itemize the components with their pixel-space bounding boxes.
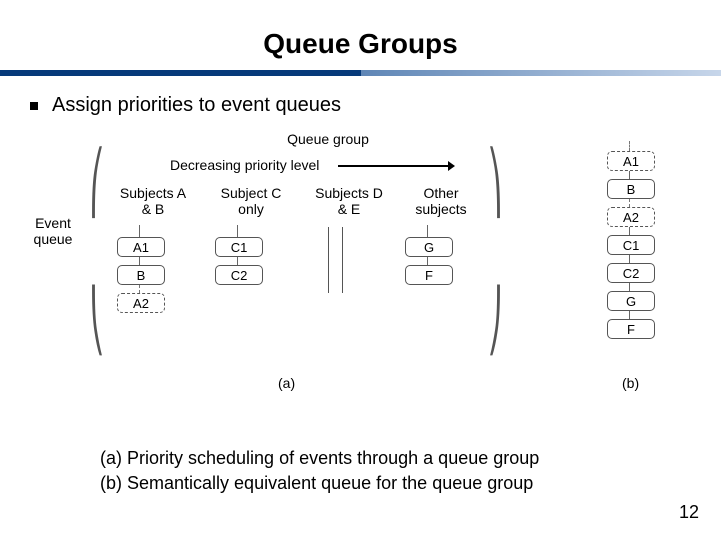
col-header: Subject C only (216, 185, 286, 217)
bullet-item: Assign priorities to event queues (0, 94, 721, 117)
queue-cell: B (117, 265, 165, 285)
queue-group-label: Queue group (268, 131, 388, 147)
priority-label: Decreasing priority level (170, 157, 319, 173)
sublabel-a: (a) (278, 375, 295, 391)
brace-right-icon: ⎞ (488, 153, 503, 213)
eq-cell: C1 (607, 235, 655, 255)
queue-cell: G (405, 237, 453, 257)
diagram: Queue group ⎛ ⎝ Decreasing priority leve… (28, 131, 693, 401)
captions: (a) Priority scheduling of events throug… (100, 446, 539, 495)
arrow-line (338, 165, 448, 167)
col-header: Subjects D & E (314, 185, 384, 217)
eq-cell: G (607, 291, 655, 311)
bullet-square-icon (30, 102, 38, 110)
event-queue-label: Event queue (28, 215, 78, 247)
queue-cell: A2 (117, 293, 165, 313)
eq-cell: B (607, 179, 655, 199)
page-number: 12 (679, 502, 699, 523)
eq-cell: A1 (607, 151, 655, 171)
slide-title: Queue Groups (0, 0, 721, 70)
eq-cell: C2 (607, 263, 655, 283)
col-header: Other subjects (406, 185, 476, 217)
brace-left-icon: ⎝ (90, 291, 105, 351)
arrow-right-icon (448, 161, 455, 171)
queue-cell: C1 (215, 237, 263, 257)
eq-cell: A2 (607, 207, 655, 227)
caption-b: (b) Semantically equivalent queue for th… (100, 471, 539, 495)
queue-cell: F (405, 265, 453, 285)
bullet-text: Assign priorities to event queues (52, 94, 341, 117)
queue-cell: C2 (215, 265, 263, 285)
brace-left-icon: ⎛ (90, 153, 105, 213)
eq-cell: F (607, 319, 655, 339)
title-divider (0, 70, 721, 76)
caption-a: (a) Priority scheduling of events throug… (100, 446, 539, 470)
col-header: Subjects A & B (118, 185, 188, 217)
queue-cell: A1 (117, 237, 165, 257)
sublabel-b: (b) (622, 375, 639, 391)
brace-right-icon: ⎠ (488, 291, 503, 351)
